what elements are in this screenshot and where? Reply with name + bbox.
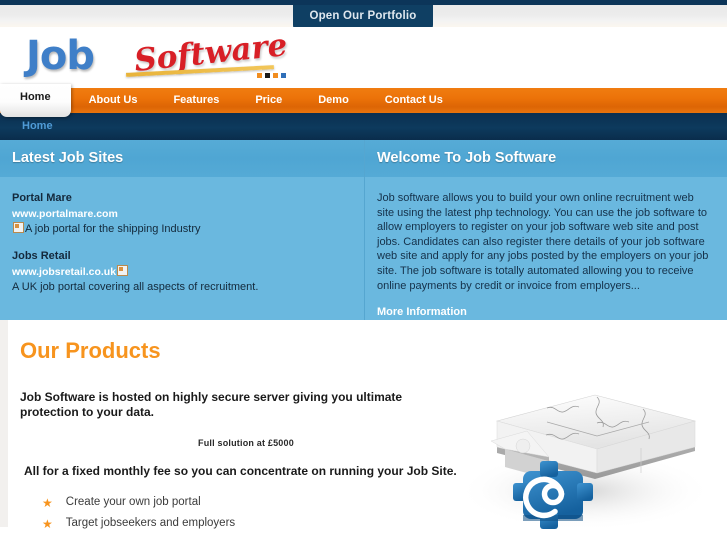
products-feature-list: ★ Create your own job portal ★ Target jo…	[20, 492, 727, 534]
logo-header: Job Software	[0, 27, 727, 88]
job-site-entry: Jobs Retail www.jobsretail.co.uk A UK jo…	[12, 249, 350, 295]
nav-item-about-us[interactable]: About Us	[71, 88, 156, 113]
logo-dot-2	[265, 73, 270, 78]
list-item-label: Target jobseekers and employers	[65, 517, 236, 529]
content-panels: Latest Job Sites Portal Mare www.portalm…	[0, 140, 727, 320]
job-site-entry: Portal Mare www.portalmare.com A job por…	[12, 191, 350, 237]
more-information-link[interactable]: More Information	[377, 305, 467, 320]
page-title: Our Products	[20, 338, 161, 363]
list-item-label: Create your own job portal	[65, 496, 201, 508]
broken-image-icon	[117, 265, 129, 276]
top-utility-band: Open Our Portfolio	[0, 5, 727, 32]
our-products-section: Our Products Job Software is hosted on h…	[0, 320, 727, 531]
main-navigation: Home About Us Features Price Demo Contac…	[0, 84, 727, 117]
list-item: ★ Create your own job portal	[42, 492, 727, 513]
logo-dots	[257, 73, 286, 78]
job-site-name: Jobs Retail	[12, 250, 71, 262]
panel-title-welcome: Welcome To Job Software	[365, 140, 727, 177]
breadcrumb-item-home[interactable]: Home	[22, 120, 53, 132]
nav-item-demo[interactable]: Demo	[300, 88, 367, 113]
nav-item-home[interactable]: Home	[0, 84, 71, 117]
site-logo[interactable]: Job Software	[26, 27, 289, 85]
job-site-url-link[interactable]: www.jobsretail.co.uk	[12, 266, 116, 278]
panel-welcome: Welcome To Job Software Job software all…	[365, 140, 727, 320]
job-site-name: Portal Mare	[12, 192, 72, 204]
job-site-url-link[interactable]: www.portalmare.com	[12, 208, 118, 220]
products-lead-text: Job Software is hosted on highly secure …	[20, 390, 403, 419]
panel-body-welcome: Job software allows you to build your ow…	[365, 177, 727, 320]
logo-dot-4	[281, 73, 286, 78]
nav-item-features[interactable]: Features	[155, 88, 237, 113]
welcome-paragraph: Job software allows you to build your ow…	[377, 192, 709, 292]
products-content: Our Products Job Software is hosted on h…	[8, 320, 727, 534]
panel-latest-job-sites: Latest Job Sites Portal Mare www.portalm…	[0, 140, 365, 320]
list-item: ★ Target jobseekers and employers	[42, 513, 727, 534]
star-icon: ★	[42, 516, 53, 531]
logo-text-job: Job	[26, 33, 95, 79]
job-site-description: A job portal for the shipping Industry	[25, 223, 201, 235]
breadcrumb: Home	[0, 113, 727, 140]
job-site-description: A UK job portal covering all aspects of …	[12, 281, 259, 293]
logo-dot-1	[257, 73, 262, 78]
nav-item-contact-us[interactable]: Contact Us	[367, 88, 461, 113]
products-fixed-fee-text: All for a fixed monthly fee so you can c…	[24, 464, 457, 478]
broken-image-icon	[13, 222, 24, 233]
star-icon: ★	[42, 495, 53, 510]
panel-body-latest-job-sites: Portal Mare www.portalmare.com A job por…	[0, 177, 364, 295]
nav-item-price[interactable]: Price	[237, 88, 300, 113]
panel-title-latest-job-sites: Latest Job Sites	[0, 140, 364, 177]
logo-dot-3	[273, 73, 278, 78]
products-price-note: Full solution at £5000	[198, 438, 294, 448]
